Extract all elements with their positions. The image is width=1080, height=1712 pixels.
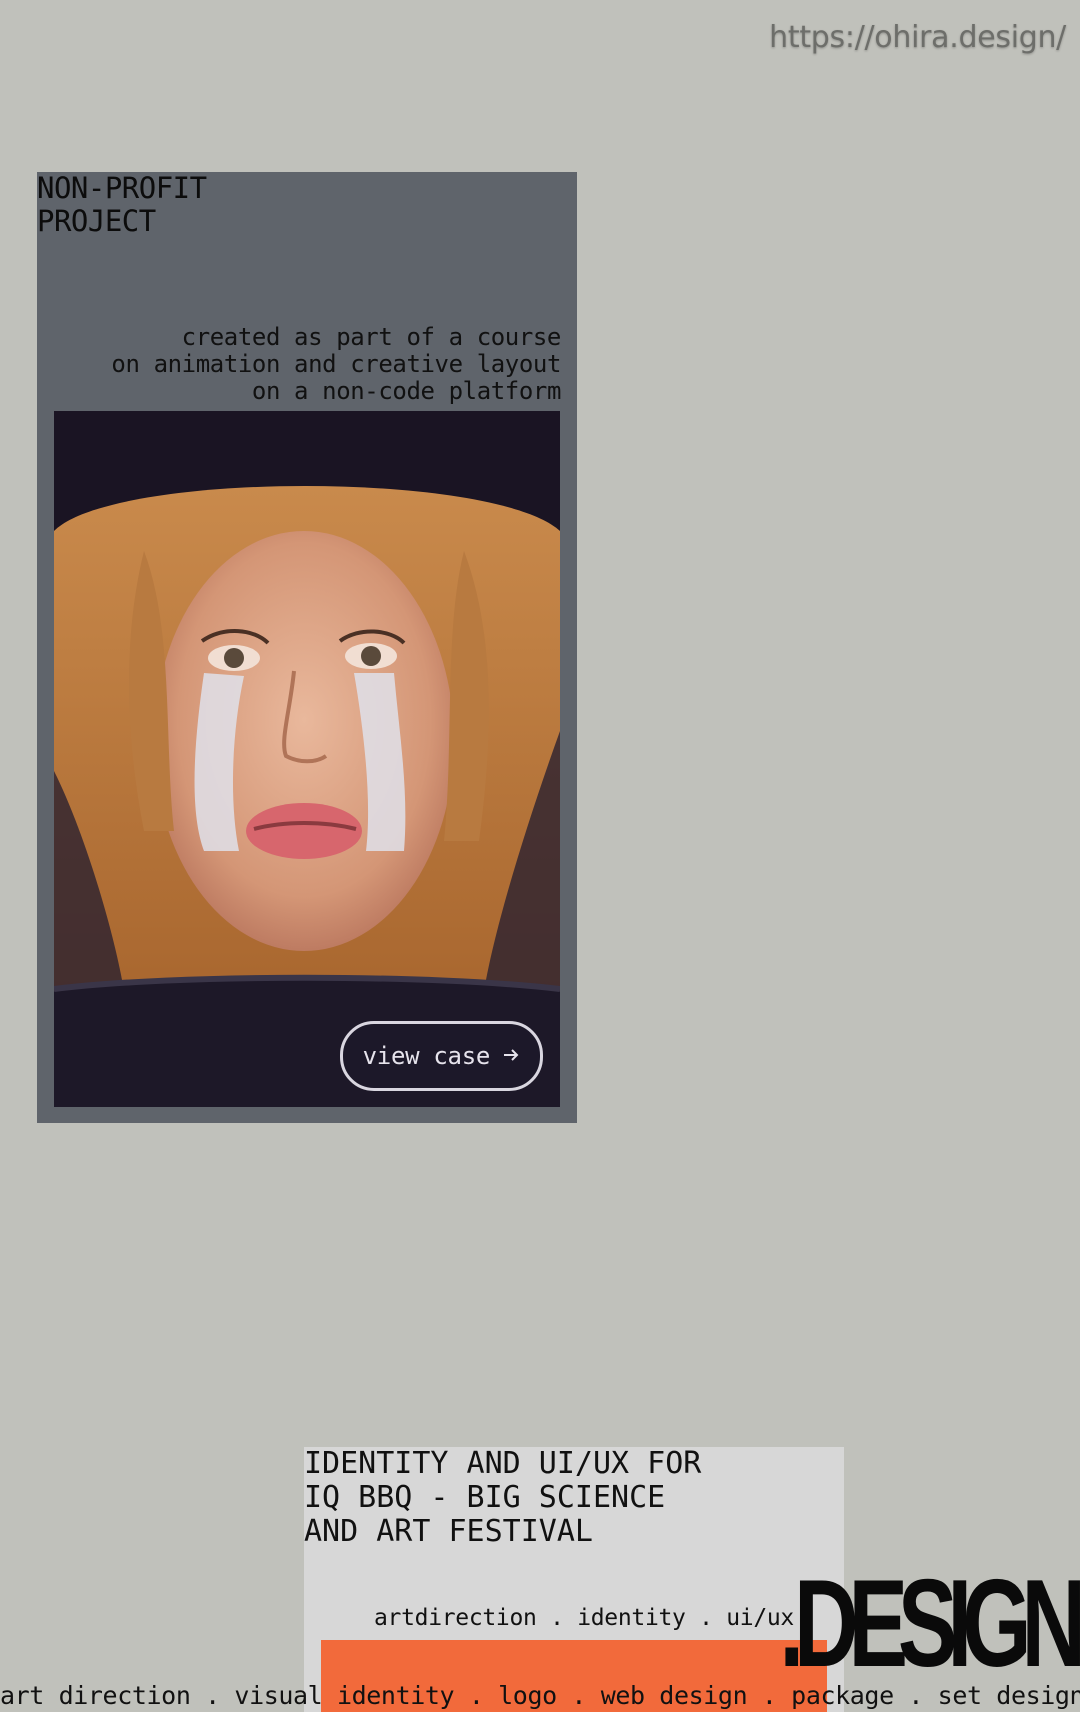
project-card-non-profit[interactable]: NON-PROFIT PROJECT created as part of a … <box>37 172 577 1123</box>
project-description: created as part of a course on animation… <box>111 323 561 405</box>
portrait-photo <box>54 411 560 1107</box>
project-title: IDENTITY AND UI/UX FOR IQ BBQ - BIG SCIE… <box>304 1447 702 1549</box>
brand-wordmark: .DESIGN <box>779 1555 1080 1693</box>
project-title: NON-PROFIT PROJECT <box>37 171 207 238</box>
arrow-right-icon <box>502 1042 520 1070</box>
project-cover-image[interactable]: view case <box>54 411 560 1107</box>
view-case-label: view case <box>362 1042 491 1070</box>
view-case-button[interactable]: view case <box>339 1021 543 1091</box>
project-card-iq-bbq[interactable]: IDENTITY AND UI/UX FOR IQ BBQ - BIG SCIE… <box>304 1447 844 1712</box>
services-marquee: art direction . visual identity . logo .… <box>0 1681 1080 1710</box>
project-tags: artdirection . identity . ui/ux <box>374 1605 794 1631</box>
page-url: https://ohira.design/ <box>769 20 1066 55</box>
